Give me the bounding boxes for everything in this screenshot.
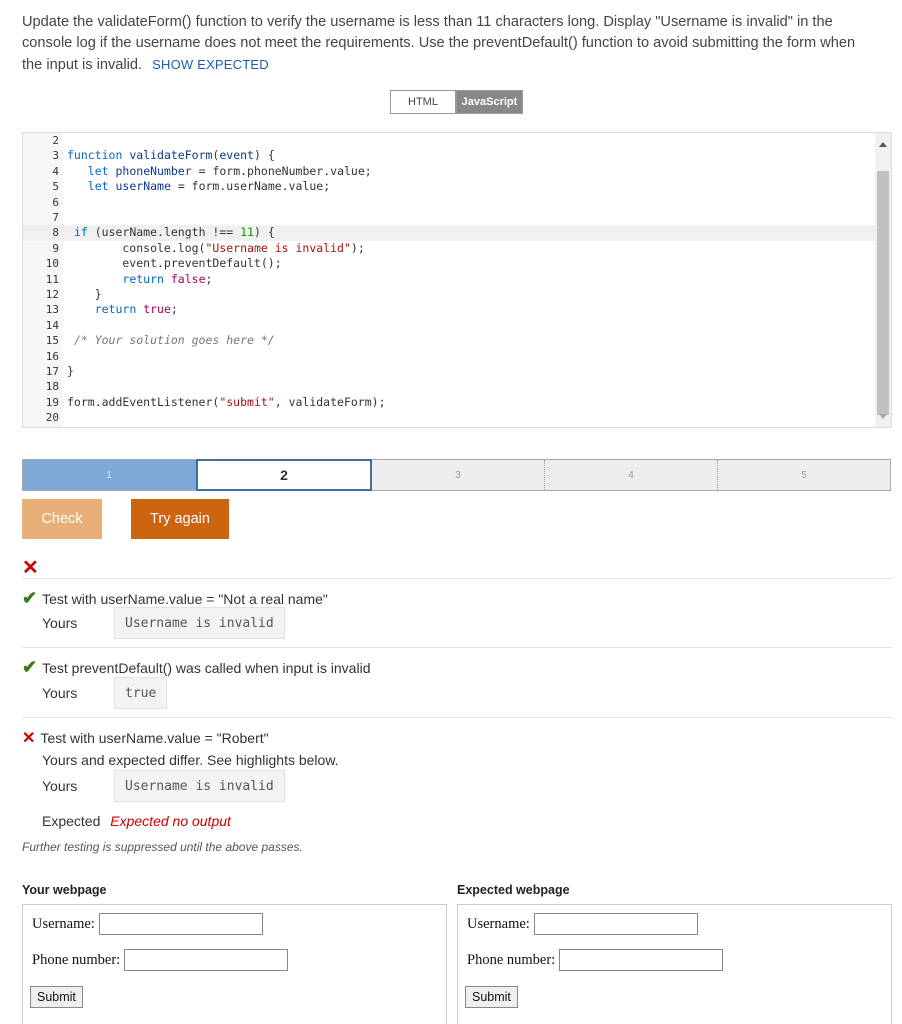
submit-button[interactable]: Submit [30, 986, 83, 1008]
step-2[interactable]: 2 [196, 459, 372, 491]
code-line[interactable]: function validateForm(event) { [67, 148, 275, 163]
check-button[interactable]: Check [22, 499, 102, 539]
username-row: Username: [32, 913, 263, 935]
line-number: 4 [52, 164, 59, 178]
expected-output: Expected no output [110, 813, 231, 829]
divider [22, 717, 892, 718]
line-number: 16 [45, 349, 59, 363]
test-1-yours-output: Username is invalid [114, 607, 285, 639]
step-3[interactable]: 3 [372, 460, 545, 490]
line-number: 13 [45, 303, 59, 317]
code-line[interactable]: return true; [67, 302, 178, 317]
test-3-title-text: Test with userName.value = "Robert" [40, 730, 269, 746]
line-number: 17 [45, 365, 59, 378]
code-line[interactable]: console.log("Username is invalid"); [67, 241, 364, 256]
line-number: 9 [52, 241, 59, 255]
username-input[interactable] [533, 913, 698, 935]
divider [22, 647, 892, 648]
username-row: Username: [467, 913, 698, 935]
line-number: 8 [52, 226, 59, 240]
your-webpage-title: Your webpage [22, 883, 107, 897]
username-label: Username: [467, 915, 530, 932]
line-number: 14 [45, 318, 59, 332]
expected-row: Expected Expected no output [42, 813, 231, 829]
test-3-title: ✕ Test with userName.value = "Robert" [22, 728, 269, 748]
suppressed-note: Further testing is suppressed until the … [22, 840, 303, 854]
username-label: Username: [32, 915, 95, 932]
step-1[interactable]: 1 [23, 460, 196, 490]
test-2-yours-output: true [114, 677, 168, 709]
line-number: 18 [45, 380, 59, 394]
yours-label: Yours [42, 685, 78, 701]
scroll-up-arrow-icon[interactable] [879, 142, 887, 147]
editor-scrollbar[interactable] [875, 133, 891, 427]
phone-input[interactable] [559, 949, 724, 971]
x-icon: ✕ [22, 730, 36, 747]
yours-label: Yours [42, 778, 78, 794]
line-number: 7 [52, 211, 59, 224]
code-line-active[interactable]: if (userName.length !== 11) { [67, 225, 275, 240]
progress-steps: 1 2 3 4 5 [22, 459, 891, 491]
line-number: 2 [52, 134, 59, 147]
line-number: 15 [45, 334, 59, 348]
line-number: 6 [52, 195, 59, 209]
code-line[interactable]: let userName = form.userName.value; [67, 179, 330, 194]
test-2-title: ✔ Test preventDefault() was called when … [22, 657, 370, 678]
phone-input[interactable] [124, 949, 289, 971]
scroll-down-arrow-icon[interactable] [879, 414, 887, 419]
test-3-yours-output: Username is invalid [114, 770, 285, 802]
submit-button[interactable]: Submit [465, 986, 518, 1008]
tab-html[interactable]: HTML [390, 90, 456, 114]
test-2-title-text: Test preventDefault() was called when in… [42, 659, 371, 676]
code-line[interactable]: let phoneNumber = form.phoneNumber.value… [67, 164, 372, 179]
code-line[interactable]: /* Your solution goes here */ [67, 333, 275, 348]
line-number: 5 [52, 180, 59, 194]
differ-message: Yours and expected differ. See highlight… [42, 752, 339, 768]
code-line[interactable]: return false; [67, 272, 212, 287]
line-number: 3 [52, 149, 59, 163]
line-number: 20 [45, 411, 59, 425]
expected-label: Expected [42, 813, 101, 829]
line-number: 19 [45, 395, 59, 409]
try-again-button[interactable]: Try again [131, 499, 229, 539]
code-line[interactable]: event.preventDefault(); [67, 256, 281, 271]
yours-label: Yours [42, 615, 78, 631]
phone-label: Phone number: [32, 951, 121, 968]
code-line[interactable]: form.addEventListener("submit", validate… [67, 395, 386, 410]
line-number: 10 [45, 257, 59, 271]
step-5[interactable]: 5 [718, 460, 890, 490]
checkmark-icon: ✔ [22, 657, 38, 677]
expected-webpage-title: Expected webpage [457, 883, 570, 897]
instructions-text: Update the validateForm() function to ve… [22, 14, 856, 73]
phone-row: Phone number: [467, 949, 724, 971]
code-editor[interactable]: 2 3 function validateForm(event) { 4 let … [22, 132, 892, 428]
x-icon: ✕ [22, 557, 39, 579]
line-number: 11 [45, 272, 59, 286]
step-4[interactable]: 4 [545, 460, 718, 490]
code-line[interactable]: } [67, 364, 74, 379]
divider [22, 578, 892, 579]
checkmark-icon: ✔ [22, 588, 38, 608]
test-1-title: ✔ Test with userName.value = "Not a real… [22, 588, 328, 609]
instructions: Update the validateForm() function to ve… [22, 12, 872, 76]
your-webpage-frame: Username: Phone number: Submit [22, 904, 447, 1024]
scroll-thumb[interactable] [877, 171, 889, 415]
phone-row: Phone number: [32, 949, 289, 971]
expected-webpage-frame: Username: Phone number: Submit [457, 904, 892, 1024]
show-expected-link[interactable]: SHOW EXPECTED [152, 57, 269, 72]
line-number: 12 [45, 288, 59, 301]
tab-javascript[interactable]: JavaScript [456, 90, 523, 114]
phone-label: Phone number: [467, 951, 556, 968]
username-input[interactable] [98, 913, 263, 935]
language-tabs: HTML JavaScript [390, 90, 523, 114]
code-line[interactable]: } [67, 287, 102, 302]
test-1-title-text: Test with userName.value = "Not a real n… [42, 590, 328, 607]
